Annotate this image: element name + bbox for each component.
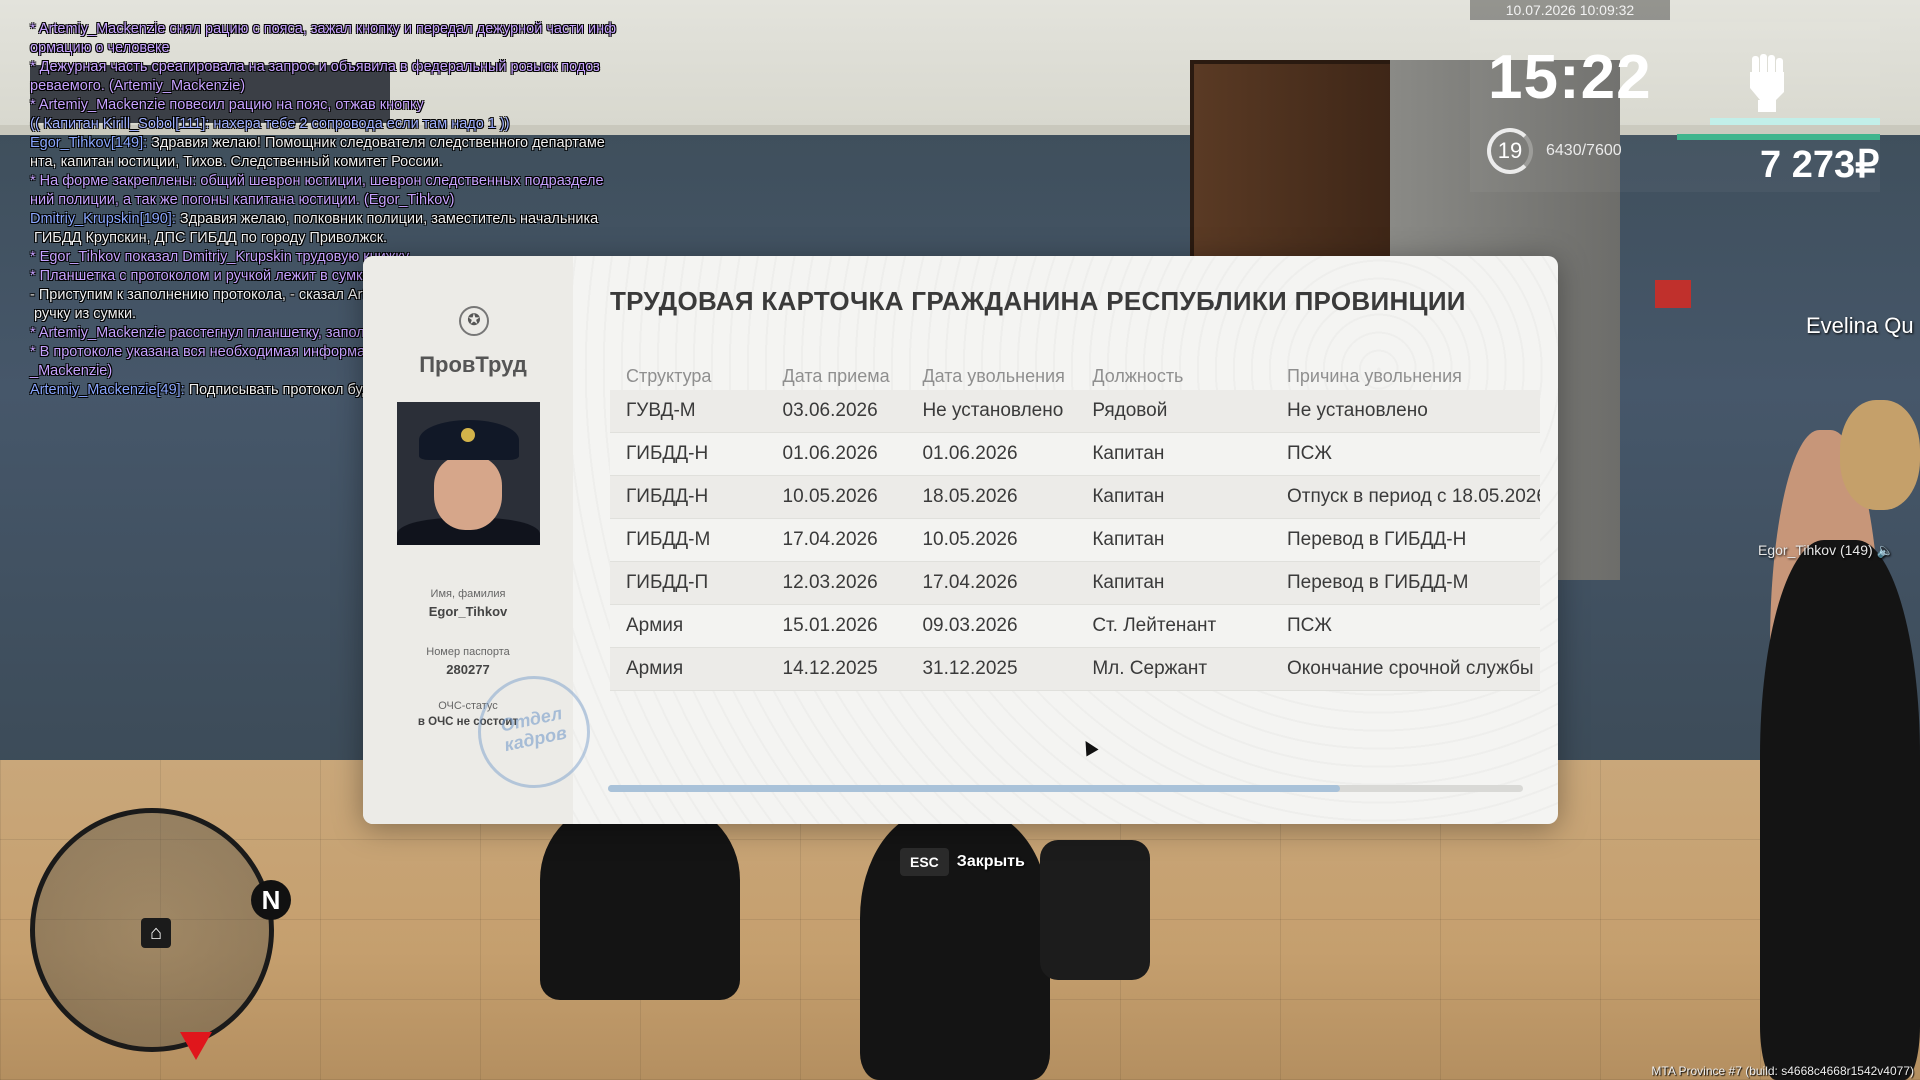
- cell-start-date: 15.01.2026: [766, 604, 907, 648]
- level-ring: 19: [1487, 128, 1533, 174]
- table-row: ГИБДД-П 12.03.2026 17.04.2026 Капитан Перево…: [610, 561, 1540, 605]
- fire-alarm-icon: [1655, 280, 1691, 308]
- chat-line: * Artemiy_Mackenzie повесил рацию на поя…: [30, 97, 424, 113]
- npc-player-right: [1760, 540, 1920, 1080]
- chat-line: (( Капитан Kirill_Sobol[111]: нахера теб…: [30, 116, 510, 132]
- passport-label: Номер паспорта: [426, 646, 510, 658]
- table-row: Армия 14.12.2025 31.12.2025 Мл. Сержант Окон…: [610, 647, 1540, 691]
- name-value: Egor_Tihkov: [428, 604, 508, 619]
- esc-key[interactable]: ESC: [900, 848, 949, 876]
- chat-line: * Дежурная часть среагировала на запрос …: [30, 59, 600, 94]
- emblem-icon: ✪: [459, 306, 489, 336]
- hud-datetime: 10.07.2026 10:09:32: [1470, 0, 1670, 20]
- house-icon: ⌂: [141, 918, 171, 948]
- table-header: Структура Дата приема Дата увольнения До…: [610, 362, 1540, 390]
- cell-structure: ГУВД-М: [610, 390, 767, 433]
- avatar-face: [434, 456, 502, 530]
- table-row: ГУВД-М 03.06.2026 Не установлено Рядовой Не …: [610, 390, 1540, 433]
- close-button[interactable]: ESC Закрыть: [900, 848, 1025, 876]
- cell-structure: ГИБДД-М: [610, 518, 767, 562]
- cell-position: Капитан: [1076, 432, 1271, 476]
- cell-end-date: Не установлено: [906, 390, 1077, 433]
- cell-position: Капитан: [1076, 518, 1271, 562]
- cell-reason: ПСЖ: [1270, 432, 1540, 476]
- cell-reason: Отпуск в период с 18.05.2026: [1270, 475, 1540, 519]
- cell-end-date: 17.04.2026: [906, 561, 1077, 605]
- cell-start-date: 17.04.2026: [766, 518, 907, 562]
- col-header-reason: Причина увольнения: [1286, 365, 1462, 386]
- cell-end-date: 31.12.2025: [906, 647, 1077, 691]
- cell-start-date: 10.05.2026: [766, 475, 907, 519]
- npc-woman-head: [1840, 400, 1920, 510]
- health-bar: [1710, 118, 1880, 125]
- cell-structure: Армия: [610, 604, 767, 648]
- work-card-modal: ✪ ПровТруд Имя, фамилия Egor_Tihkov Номе…: [363, 256, 1558, 824]
- brand-logo: ПровТруд: [419, 352, 527, 377]
- table-row: Армия 15.01.2026 09.03.2026 Ст. Лейтенант ПС…: [610, 604, 1540, 648]
- avatar-photo: [397, 402, 540, 545]
- col-header-end: Дата увольнения: [922, 365, 1065, 386]
- career-table: Структура Дата приема Дата увольнения До…: [610, 362, 1540, 691]
- table-row: ГИБДД-Н 10.05.2026 18.05.2026 Капитан Отпуск…: [610, 475, 1540, 519]
- food-bar: [1677, 134, 1880, 140]
- cell-structure: ГИБДД-Н: [610, 432, 767, 476]
- cell-reason: ПСЖ: [1270, 604, 1540, 648]
- cell-position: Ст. Лейтенант: [1076, 604, 1271, 648]
- modal-title: ТРУДОВАЯ КАРТОЧКА ГРАЖДАНИНА РЕСПУБЛИКИ …: [610, 286, 1466, 316]
- chat-line: Egor_Tihkov[149]: Здравия желаю! Помощни…: [30, 134, 730, 172]
- chat-line: * Artemiy_Mackenzie снял рацию с пояса, …: [30, 21, 617, 56]
- bag: [1040, 840, 1150, 980]
- col-header-start: Дата приема: [782, 365, 890, 386]
- chat-speaker: Artemiy_Mackenzie[49]:: [30, 382, 185, 398]
- cell-structure: ГИБДД-Н: [610, 475, 767, 519]
- cell-end-date: 10.05.2026: [906, 518, 1077, 562]
- cell-reason: Не установлено: [1270, 390, 1540, 433]
- cell-position: Мл. Сержант: [1076, 647, 1271, 691]
- scrollbar-thumb[interactable]: [608, 785, 1340, 792]
- col-header-structure: Структура: [626, 365, 712, 386]
- table-row: ГИБДД-Н 01.06.2026 01.06.2026 Капитан ПСЖ: [610, 432, 1540, 476]
- cell-position: Капитан: [1076, 561, 1271, 605]
- cell-reason: Перевод в ГИБДД-М: [1270, 561, 1540, 605]
- hud-clock: 15:22: [1488, 43, 1652, 112]
- cell-start-date: 12.03.2026: [766, 561, 907, 605]
- chat-line: * На форме закреплены: общий шеврон юсти…: [30, 173, 604, 208]
- chat-speaker: Dmitriy_Krupskin[190]:: [30, 211, 176, 227]
- table-row: ГИБДД-М 17.04.2026 10.05.2026 Капитан Перево…: [610, 518, 1540, 562]
- chat-line: Dmitriy_Krupskin[190]: Здравия желаю, по…: [30, 210, 730, 248]
- cell-structure: Армия: [610, 647, 767, 691]
- cap-badge-icon: [461, 428, 475, 442]
- player-arrow-icon: [180, 1032, 212, 1060]
- cell-start-date: 01.06.2026: [766, 432, 907, 476]
- cell-end-date: 09.03.2026: [906, 604, 1077, 648]
- close-label[interactable]: Закрыть: [957, 853, 1025, 871]
- cell-start-date: 14.12.2025: [766, 647, 907, 691]
- player-nametag-egor: Egor_Tihkov (149) 🔈: [1758, 542, 1894, 558]
- npc-officer-left: [540, 800, 740, 1000]
- col-header-position: Должность: [1092, 365, 1184, 386]
- cell-start-date: 03.06.2026: [766, 390, 907, 433]
- cell-end-date: 01.06.2026: [906, 432, 1077, 476]
- cell-end-date: 18.05.2026: [906, 475, 1077, 519]
- cell-position: Капитан: [1076, 475, 1271, 519]
- cell-position: Рядовой: [1076, 390, 1271, 433]
- name-label: Имя, фамилия: [430, 588, 506, 600]
- horizontal-scrollbar[interactable]: [608, 785, 1523, 792]
- cell-reason: Окончание срочной службы: [1270, 647, 1540, 691]
- cell-structure: ГИБДД-П: [610, 561, 767, 605]
- cell-reason: Перевод в ГИБДД-Н: [1270, 518, 1540, 562]
- money-balance: 7 273₽: [1760, 144, 1880, 186]
- fist-icon: [1750, 54, 1784, 112]
- table-body: ГУВД-М 03.06.2026 Не установлено Рядовой Не …: [610, 390, 1540, 691]
- player-nametag-evelina: Evelina Qu: [1806, 313, 1914, 338]
- chat-speaker: Egor_Tihkov[149]:: [30, 135, 148, 151]
- north-indicator: N: [251, 880, 291, 920]
- xp-counter: 6430/7600: [1546, 142, 1622, 159]
- passport-value: 280277: [446, 662, 490, 677]
- build-info: MTA Province #7 (build: s4668c4668r1542v…: [1651, 1064, 1914, 1078]
